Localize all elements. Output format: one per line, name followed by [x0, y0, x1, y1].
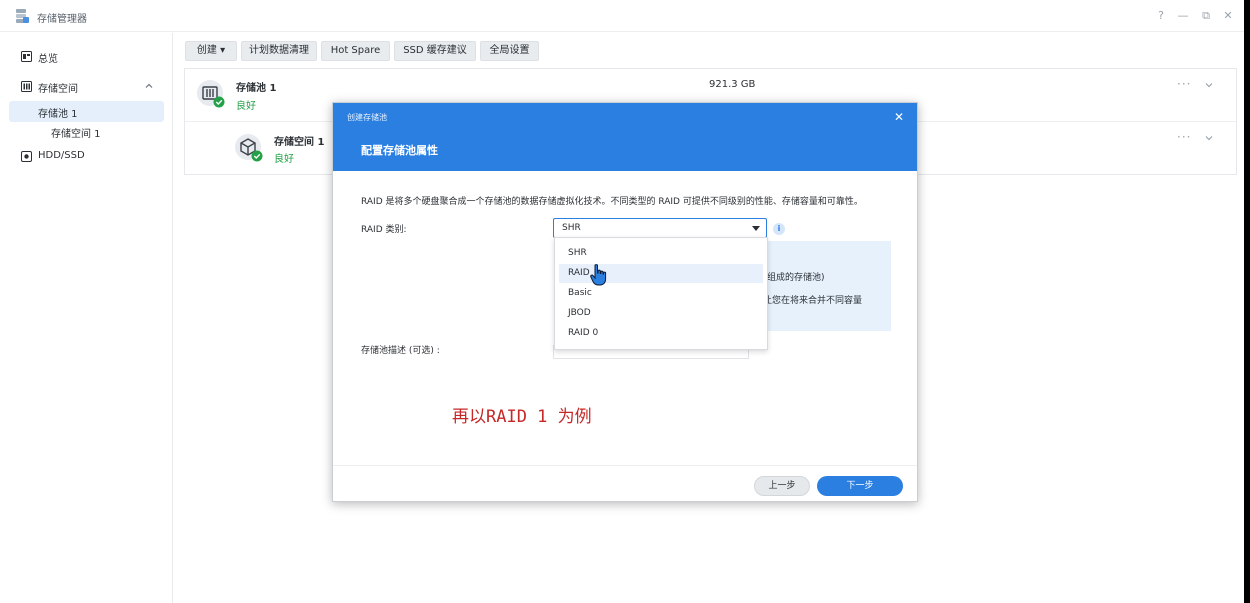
more-icon[interactable]: ···	[1177, 130, 1191, 144]
sidebar-item-label: 存储空间 1	[51, 129, 101, 140]
info-text: 组成的存储池)	[767, 273, 825, 283]
chevron-down-icon[interactable]	[1204, 80, 1214, 90]
volume-name: 存储空间 1	[274, 137, 325, 148]
dialog-small-title: 创建存储池	[347, 113, 387, 122]
schedule-scrub-button[interactable]: 计划数据清理	[241, 41, 317, 61]
info-icon[interactable]: i	[773, 223, 785, 235]
ssd-cache-button[interactable]: SSD 缓存建议	[394, 41, 476, 61]
storage-manager-icon	[16, 9, 29, 23]
raid-description: RAID 是将多个硬盘聚合成一个存储池的数据存储虚拟化技术。不同类型的 RAID…	[361, 197, 863, 207]
sidebar-item-label: HDD/SSD	[38, 150, 85, 161]
pool-icon	[197, 80, 225, 108]
sidebar-item-hdd-ssd[interactable]: HDD/SSD	[9, 146, 164, 167]
sidebar-item-overview[interactable]: 总览	[9, 46, 164, 67]
pool-description-label: 存储池描述 (可选) :	[361, 346, 440, 356]
create-pool-dialog: 创建存储池 ✕ 配置存储池属性 RAID 是将多个硬盘聚合成一个存储池的数据存储…	[332, 102, 918, 502]
sidebar: 总览 存储空间 存储池 1 存储空间 1 HDD/SSD	[0, 33, 173, 603]
raid-type-label: RAID 类别:	[361, 225, 407, 235]
raid-option-shr[interactable]: SHR	[559, 244, 763, 263]
pool-size: 921.3 GB	[709, 79, 756, 90]
sidebar-item-label: 存储空间	[38, 84, 78, 95]
caret-down-icon: ▾	[220, 45, 226, 56]
global-settings-button[interactable]: 全局设置	[480, 41, 539, 61]
chevron-down-icon[interactable]	[1204, 133, 1214, 143]
hot-spare-button[interactable]: Hot Spare	[321, 41, 390, 61]
chevron-up-icon[interactable]	[144, 81, 154, 91]
maximize-icon[interactable]: ⧉	[1199, 9, 1213, 23]
raid-option-jbod[interactable]: JBOD	[559, 304, 763, 323]
dialog-title: 配置存储池属性	[361, 144, 438, 157]
sidebar-item-pool-1[interactable]: 存储池 1	[9, 101, 164, 122]
raid-type-dropdown: SHR RAID Basic JBOD RAID 0	[554, 237, 768, 350]
annotation-caption: 再以RAID 1 为例	[452, 407, 592, 427]
more-icon[interactable]: ···	[1177, 77, 1191, 91]
close-icon[interactable]: ✕	[1221, 9, 1235, 23]
sidebar-item-label: 存储池 1	[38, 109, 78, 120]
disk-icon	[21, 151, 32, 162]
dialog-header: 创建存储池 ✕ 配置存储池属性	[333, 103, 917, 171]
sidebar-item-storage[interactable]: 存储空间	[9, 76, 164, 97]
storage-icon	[21, 81, 32, 92]
pool-status: 良好	[236, 101, 256, 112]
hand-cursor-icon	[590, 264, 607, 286]
raid-option-raid0[interactable]: RAID 0	[559, 324, 763, 343]
volume-status: 良好	[274, 154, 294, 165]
volume-icon	[235, 134, 263, 162]
close-icon[interactable]: ✕	[894, 110, 904, 124]
sidebar-item-volume-1[interactable]: 存储空间 1	[9, 121, 164, 142]
title-bar: 存储管理器 ? — ⧉ ✕	[0, 0, 1250, 32]
next-button[interactable]: 下一步	[817, 476, 903, 496]
sidebar-item-label: 总览	[38, 54, 58, 65]
help-icon[interactable]: ?	[1154, 9, 1168, 23]
create-button[interactable]: 创建 ▾	[185, 41, 237, 61]
caret-down-icon	[752, 226, 760, 231]
minimize-icon[interactable]: —	[1176, 9, 1190, 23]
overview-icon	[21, 51, 32, 62]
divider	[333, 465, 917, 466]
raid-type-select[interactable]: SHR	[553, 218, 767, 238]
info-text: 让您在将来合并不同容量	[763, 296, 863, 306]
info-box: 组成的存储池) 让您在将来合并不同容量	[763, 241, 891, 331]
create-label: 创建	[196, 45, 217, 56]
raid-type-value: SHR	[562, 223, 581, 233]
previous-button[interactable]: 上一步	[754, 476, 810, 496]
pool-name: 存储池 1	[236, 83, 277, 94]
screen-edge	[1244, 0, 1250, 603]
app-title: 存储管理器	[37, 14, 87, 25]
